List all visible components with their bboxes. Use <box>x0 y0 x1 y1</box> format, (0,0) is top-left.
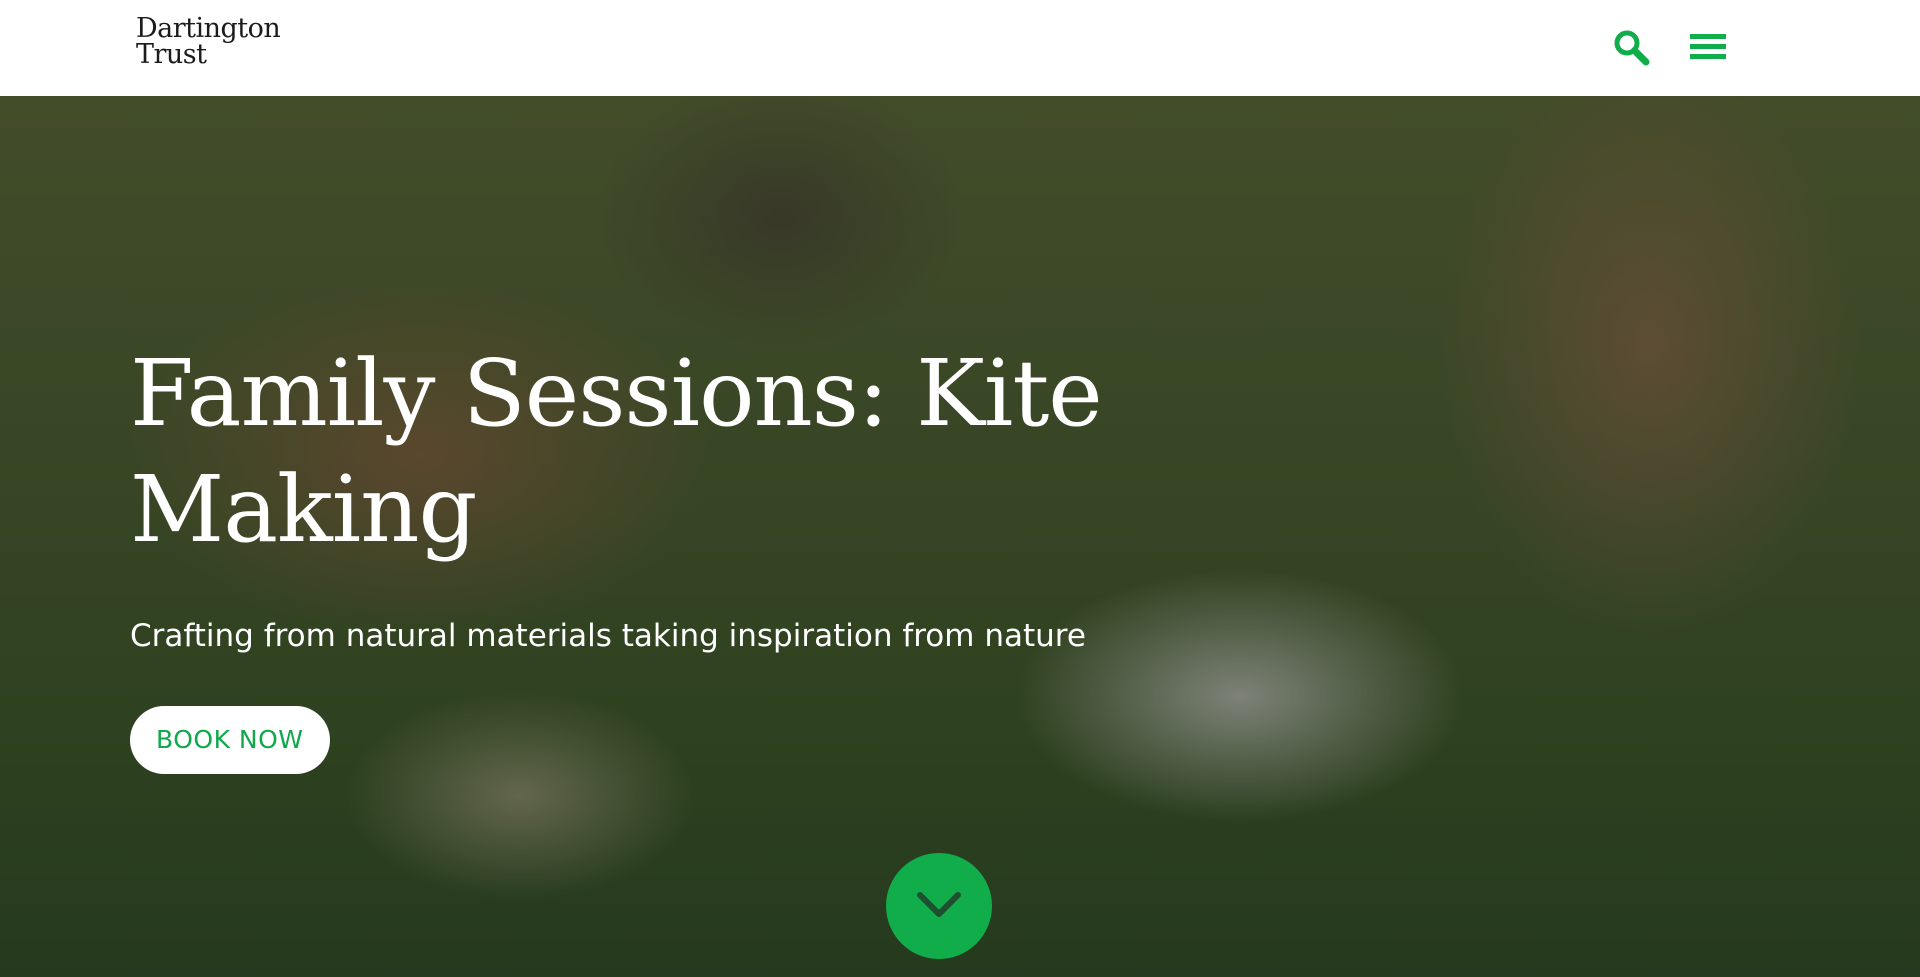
scroll-down-button[interactable] <box>886 853 992 959</box>
hero-banner: Family Sessions: Kite Making Crafting fr… <box>0 96 1920 977</box>
hero-content: Family Sessions: Kite Making Crafting fr… <box>130 336 1130 774</box>
book-now-button[interactable]: BOOK NOW <box>130 706 330 774</box>
site-logo[interactable]: Dartington Trust <box>136 15 281 70</box>
hero-title: Family Sessions: Kite Making <box>130 340 1103 563</box>
search-icon <box>1614 30 1650 66</box>
logo-line-2: Trust <box>136 39 207 70</box>
hamburger-menu-icon <box>1690 34 1726 59</box>
chevron-down-icon <box>917 892 961 917</box>
hero-subtitle: Crafting from natural materials taking i… <box>130 618 1086 654</box>
site-header: Dartington Trust <box>0 0 1920 96</box>
search-button[interactable] <box>1612 28 1652 68</box>
menu-button[interactable] <box>1688 30 1728 64</box>
